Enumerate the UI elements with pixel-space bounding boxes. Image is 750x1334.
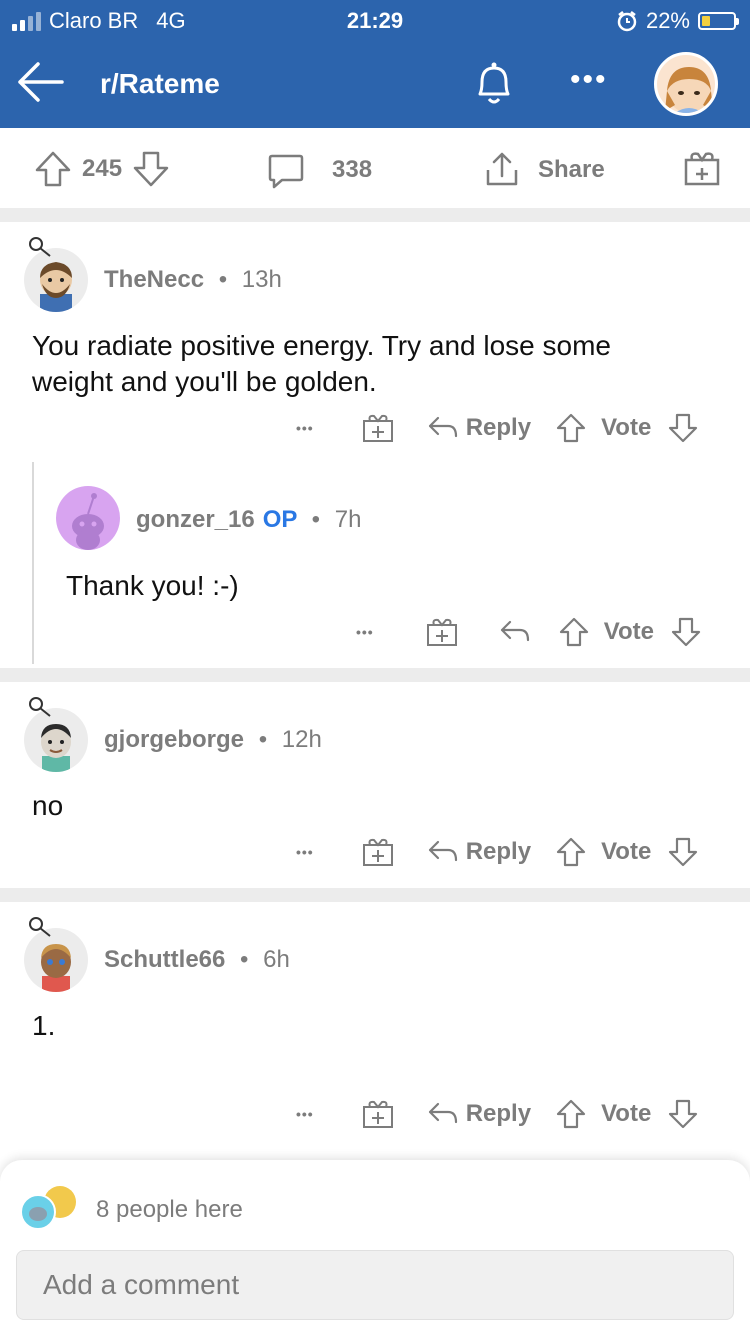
gift-award-icon[interactable] [682,148,722,188]
battery-icon [698,12,739,30]
comment-time: 13h [241,266,282,293]
comment-body: 1. [32,1010,56,1041]
comment-count: 338 [332,156,373,183]
comment-gjorgeborge: gjorgeborge • 12h no ••• Reply Vote [0,682,750,888]
subreddit-title[interactable]: r/Rateme [100,68,220,100]
meta-separator: • [311,506,321,533]
comment-meta: TheNecc • 13h [104,266,282,294]
alarm-icon [617,11,637,32]
reply-button[interactable]: Reply [466,414,531,442]
comment-actions: ••• Reply Vote [296,836,699,868]
upvote-icon[interactable] [34,150,72,188]
status-bar: Claro BR 4G 21:29 22% [0,0,750,44]
comment-time: 12h [281,726,322,753]
add-comment-placeholder: Add a comment [43,1269,240,1300]
more-options-icon[interactable]: ••• [296,844,314,860]
reply-icon[interactable] [426,1100,458,1128]
share-label: Share [538,156,605,183]
vote-group: 245 [34,150,170,188]
vote-label: Vote [601,838,652,865]
reply-icon[interactable] [498,618,530,646]
comment-actions: ••• Reply Vote [296,412,699,444]
comment-actions: ••• Reply Vote [296,1098,699,1130]
post-action-bar: 245 338 Share [0,128,750,210]
add-comment-input[interactable]: Add a comment [16,1250,734,1320]
upvote-icon[interactable] [555,836,587,868]
comment-body: no [32,790,64,821]
reply-icon[interactable] [426,838,458,866]
back-arrow-icon[interactable] [14,56,66,108]
reply-button[interactable]: Reply [466,1100,531,1128]
divider [0,888,750,902]
gift-award-icon[interactable] [426,617,458,647]
gift-award-icon[interactable] [362,413,394,443]
downvote-icon[interactable] [667,836,699,868]
downvote-icon[interactable] [670,616,702,648]
comment-thenecc: TheNecc • 13h You radiate positive energ… [0,222,750,668]
comment-actions: ••• Vote [356,616,702,648]
more-options-icon[interactable]: ••• [356,624,374,640]
upvote-count: 245 [82,155,123,182]
people-here-label: 8 people here [96,1196,243,1223]
vote-label: Vote [603,618,654,645]
more-options-icon[interactable]: ••• [296,420,314,436]
divider [0,668,750,682]
comment-meta: gjorgeborge • 12h [104,726,322,754]
author-name[interactable]: gonzer_16 [136,506,255,533]
comment-composer: 8 people here Add a comment [0,1160,750,1334]
downvote-icon[interactable] [132,150,170,188]
antenna-icon [29,697,51,717]
user-avatar[interactable] [654,52,718,116]
comment-time: 7h [334,506,362,533]
nav-bar: r/Rateme ••• [0,48,750,120]
divider [0,208,750,222]
avatar-gonzer16[interactable] [56,486,120,550]
author-name[interactable]: Schuttle66 [104,946,225,973]
antenna-icon [29,237,51,257]
reply-icon[interactable] [426,414,458,442]
downvote-icon[interactable] [667,412,699,444]
upvote-icon[interactable] [555,412,587,444]
downvote-icon[interactable] [667,1098,699,1130]
more-options-icon[interactable]: ••• [570,65,608,95]
gift-award-icon[interactable] [362,1099,394,1129]
vote-label: Vote [601,414,652,441]
battery-percent: 22% [645,8,690,33]
status-right: 22% [616,8,739,34]
presence-avatars [16,1182,86,1232]
comment-time: 6h [263,946,290,973]
author-name[interactable]: TheNecc [104,266,204,293]
share-icon [486,152,518,186]
comment-meta: gonzer_16 OP • 7h [136,506,361,534]
meta-separator: • [218,266,228,293]
comment-meta: Schuttle66 • 6h [104,946,290,974]
meta-separator: • [240,946,249,973]
upvote-icon[interactable] [558,616,590,648]
op-badge: OP [262,506,297,533]
comments-button[interactable]: 338 [266,150,372,190]
meta-separator: • [258,726,268,753]
gift-award-icon[interactable] [362,837,394,867]
upvote-icon[interactable] [555,1098,587,1130]
reply-button[interactable]: Reply [466,838,531,866]
comment-icon [268,154,304,189]
vote-label: Vote [601,1100,652,1127]
bell-icon[interactable] [470,58,518,110]
more-options-icon[interactable]: ••• [296,1106,314,1122]
antenna-icon [29,917,51,937]
comment-body: You radiate positive energy. Try and los… [32,330,612,397]
comment-body: Thank you! :-) [66,570,239,601]
app-header: Claro BR 4G 21:29 22% r/Rateme ••• [0,0,750,128]
comment-schuttle66: Schuttle66 • 6h 1. ••• Reply Vote [0,902,750,1150]
share-button[interactable]: Share [482,150,605,190]
author-name[interactable]: gjorgeborge [104,726,244,753]
thread-line [32,462,34,664]
